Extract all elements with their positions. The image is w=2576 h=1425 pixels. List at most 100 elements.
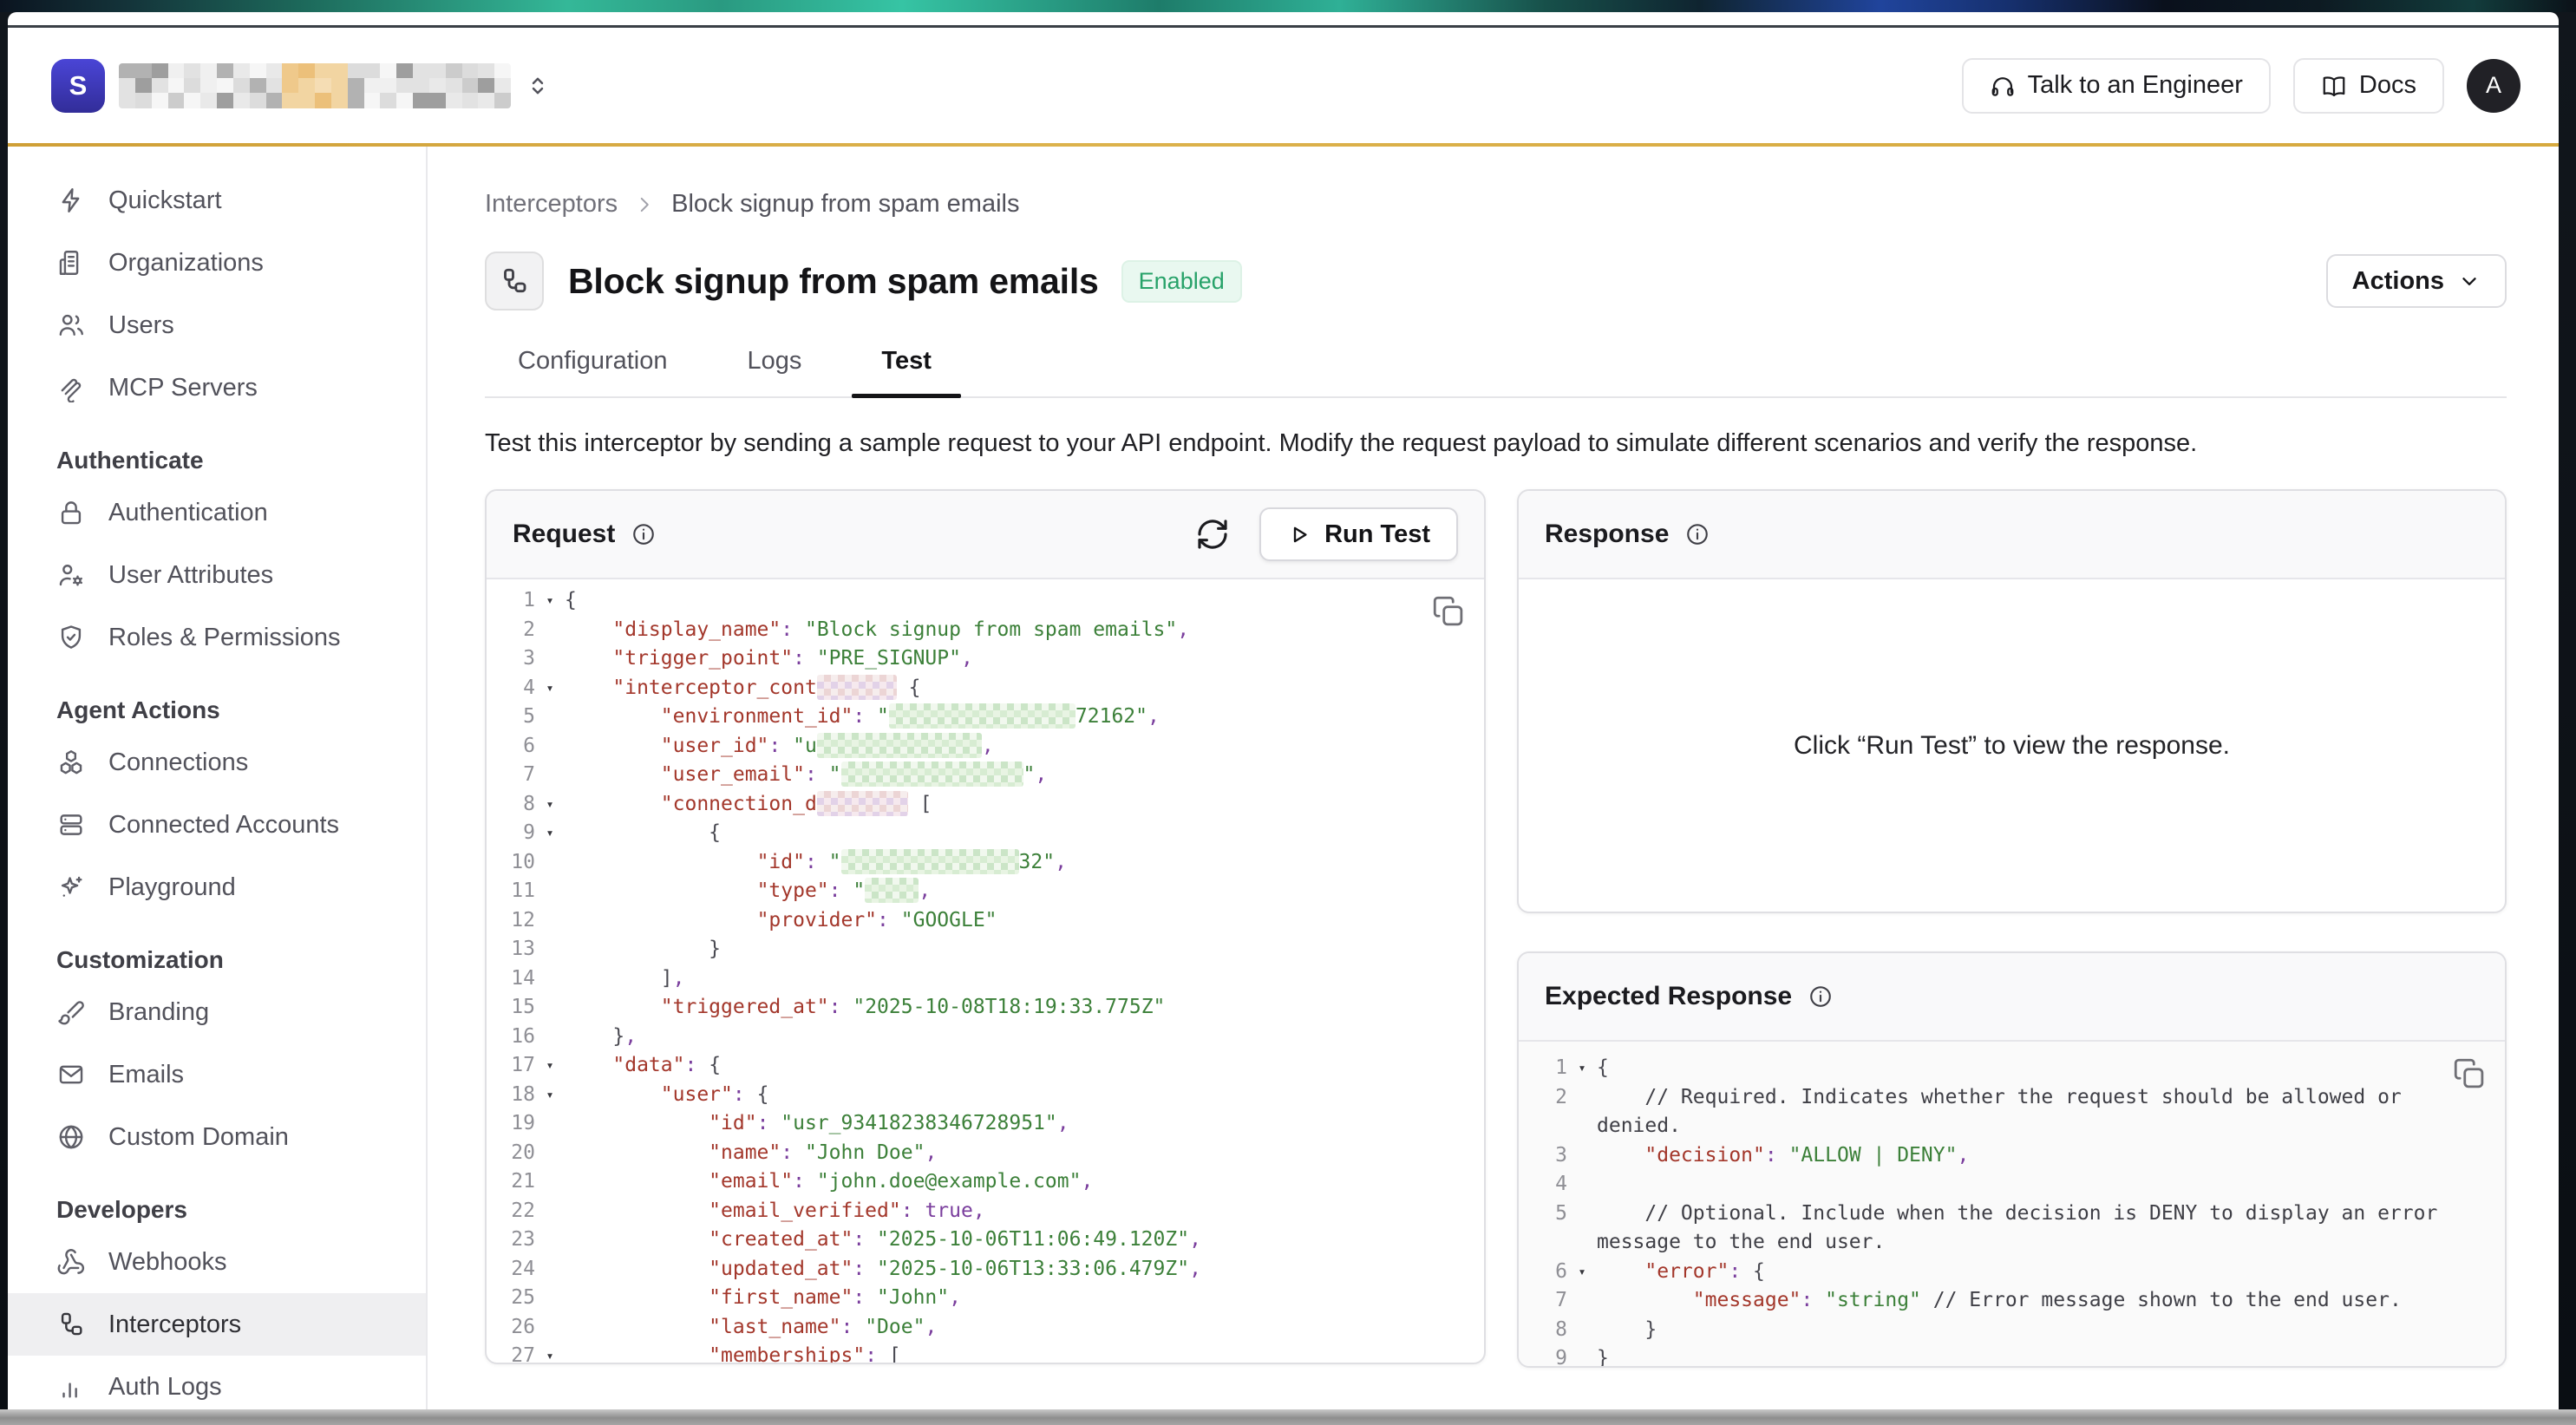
window-bottom-edge [0, 1409, 2576, 1425]
code-content: } [1597, 1316, 2505, 1345]
code-line: 7 "message": "string" // Error message s… [1527, 1286, 2505, 1316]
sidebar-item-mcp-servers[interactable]: MCP Servers [8, 356, 426, 419]
reset-request-button[interactable] [1195, 517, 1230, 552]
redaction-pixel [413, 93, 429, 108]
sidebar-item-custom-domain[interactable]: Custom Domain [8, 1106, 426, 1168]
sidebar-item-user-attributes[interactable]: User Attributes [8, 544, 426, 606]
request-json-editor[interactable]: 1▾{2 "display_name": "Block signup from … [487, 579, 1484, 1363]
code-content: "interceptor_cont { [565, 674, 1484, 703]
code-token: "type" [757, 879, 829, 902]
collapse-toggle[interactable]: ▾ [535, 674, 565, 703]
sidebar-item-organizations[interactable]: Organizations [8, 232, 426, 294]
sidebar-item-webhooks[interactable]: Webhooks [8, 1231, 426, 1293]
talk-to-engineer-button[interactable]: Talk to an Engineer [1962, 58, 2271, 114]
code-token: { [565, 589, 577, 611]
copy-icon[interactable] [1430, 593, 1467, 630]
shield-check-icon [56, 623, 86, 652]
info-icon[interactable] [1808, 984, 1834, 1010]
code-line: 6 "user_id": "u, [495, 732, 1484, 762]
redaction-pixel [282, 93, 298, 108]
redaction-pixel [396, 93, 413, 108]
sidebar-item-branding[interactable]: Branding [8, 981, 426, 1043]
breadcrumb-current: Block signup from spam emails [671, 190, 1019, 219]
code-content: "trigger_point": "PRE_SIGNUP", [565, 644, 1484, 674]
code-line: 2 // Required. Indicates whether the req… [1527, 1083, 2505, 1141]
org-switcher[interactable] [523, 71, 552, 101]
collapse-toggle[interactable]: ▾ [1567, 1258, 1597, 1287]
browser-window: S Talk to an Engineer Docs A [8, 12, 2559, 1409]
sidebar-section-customization: Customization [8, 946, 426, 974]
sidebar-item-playground[interactable]: Playground [8, 856, 426, 918]
tab-test[interactable]: Test [852, 347, 960, 396]
app-logo-letter: S [69, 70, 88, 101]
user-avatar[interactable]: A [2467, 59, 2520, 113]
code-token: : [805, 851, 829, 873]
info-icon[interactable] [1684, 521, 1710, 547]
page-title-row: Block signup from spam emails Enabled Ac… [485, 252, 2507, 310]
code-token: : [829, 879, 853, 902]
redaction-pixel [478, 78, 494, 93]
code-content: "id": "usr_93418238346728951", [565, 1109, 1484, 1139]
line-number: 4 [1527, 1170, 1567, 1199]
code-token: , [961, 647, 973, 670]
tab-logs[interactable]: Logs [718, 347, 832, 396]
collapse-toggle[interactable]: ▾ [535, 586, 565, 616]
redaction-pixel [233, 78, 250, 93]
sidebar-item-auth-logs[interactable]: Auth Logs [8, 1356, 426, 1409]
docs-button[interactable]: Docs [2293, 58, 2444, 114]
collapse-toggle[interactable]: ▾ [535, 1081, 565, 1110]
request-panel: Request Run Tes [485, 489, 1486, 1364]
code-line: 10 "id": "32", [495, 848, 1484, 878]
redaction-pixel [168, 93, 185, 108]
cubes-icon [56, 748, 86, 777]
sidebar-item-connected-accounts[interactable]: Connected Accounts [8, 794, 426, 856]
sidebar-item-label: Auth Logs [108, 1373, 222, 1402]
sidebar-item-label: Custom Domain [108, 1123, 289, 1152]
sidebar-item-authentication[interactable]: Authentication [8, 481, 426, 544]
collapse-spacer [1567, 1316, 1597, 1345]
sidebar-item-interceptors[interactable]: Interceptors [8, 1293, 426, 1356]
code-token: , [1147, 705, 1160, 728]
sidebar-item-users[interactable]: Users [8, 294, 426, 356]
sidebar-item-label: Roles & Permissions [108, 624, 341, 652]
collapse-toggle[interactable]: ▾ [535, 1051, 565, 1081]
sidebar-item-connections[interactable]: Connections [8, 731, 426, 794]
collapse-toggle[interactable]: ▾ [535, 790, 565, 820]
info-icon[interactable] [631, 521, 657, 547]
redaction-pixel [331, 78, 348, 93]
code-line: 16 }, [495, 1023, 1484, 1052]
collapse-spacer [1567, 1083, 1597, 1141]
code-content: "type": ", [565, 877, 1484, 906]
code-token: "id" [757, 851, 805, 873]
code-token: : [901, 1199, 925, 1222]
building-icon [56, 248, 86, 278]
sidebar-item-label: Interceptors [108, 1311, 241, 1339]
code-token: : [768, 735, 793, 757]
code-token: "John Doe" [805, 1141, 925, 1164]
book-open-icon [2321, 73, 2347, 99]
collapse-toggle[interactable]: ▾ [535, 819, 565, 848]
copy-icon[interactable] [2451, 1056, 2488, 1092]
expected-response-code: 1▾{2 // Required. Indicates whether the … [1519, 1042, 2505, 1366]
code-line: 3 "trigger_point": "PRE_SIGNUP", [495, 644, 1484, 674]
collapse-spacer [1567, 1344, 1597, 1366]
breadcrumb-parent-link[interactable]: Interceptors [485, 190, 618, 219]
actions-button[interactable]: Actions [2326, 254, 2507, 308]
sidebar-item-label: Webhooks [108, 1248, 227, 1277]
code-token: "first_name" [709, 1286, 853, 1309]
code-content: "data": { [565, 1051, 1484, 1081]
sidebar-item-emails[interactable]: Emails [8, 1043, 426, 1106]
code-token: "John" [877, 1286, 949, 1309]
collapse-toggle[interactable]: ▾ [1567, 1054, 1597, 1083]
redaction-pixel [478, 63, 494, 78]
sidebar-item-roles-permissions[interactable]: Roles & Permissions [8, 606, 426, 669]
tab-configuration[interactable]: Configuration [488, 347, 697, 396]
sidebar-item-quickstart[interactable]: Quickstart [8, 169, 426, 232]
collapse-toggle[interactable]: ▾ [535, 1342, 565, 1363]
redaction-pixel [331, 63, 348, 78]
run-test-button[interactable]: Run Test [1259, 507, 1458, 561]
code-line: 14 ], [495, 964, 1484, 994]
code-content: "decision": "ALLOW | DENY", [1597, 1141, 2505, 1171]
redaction-pixel [119, 93, 135, 108]
code-token: "created_at" [709, 1228, 853, 1251]
